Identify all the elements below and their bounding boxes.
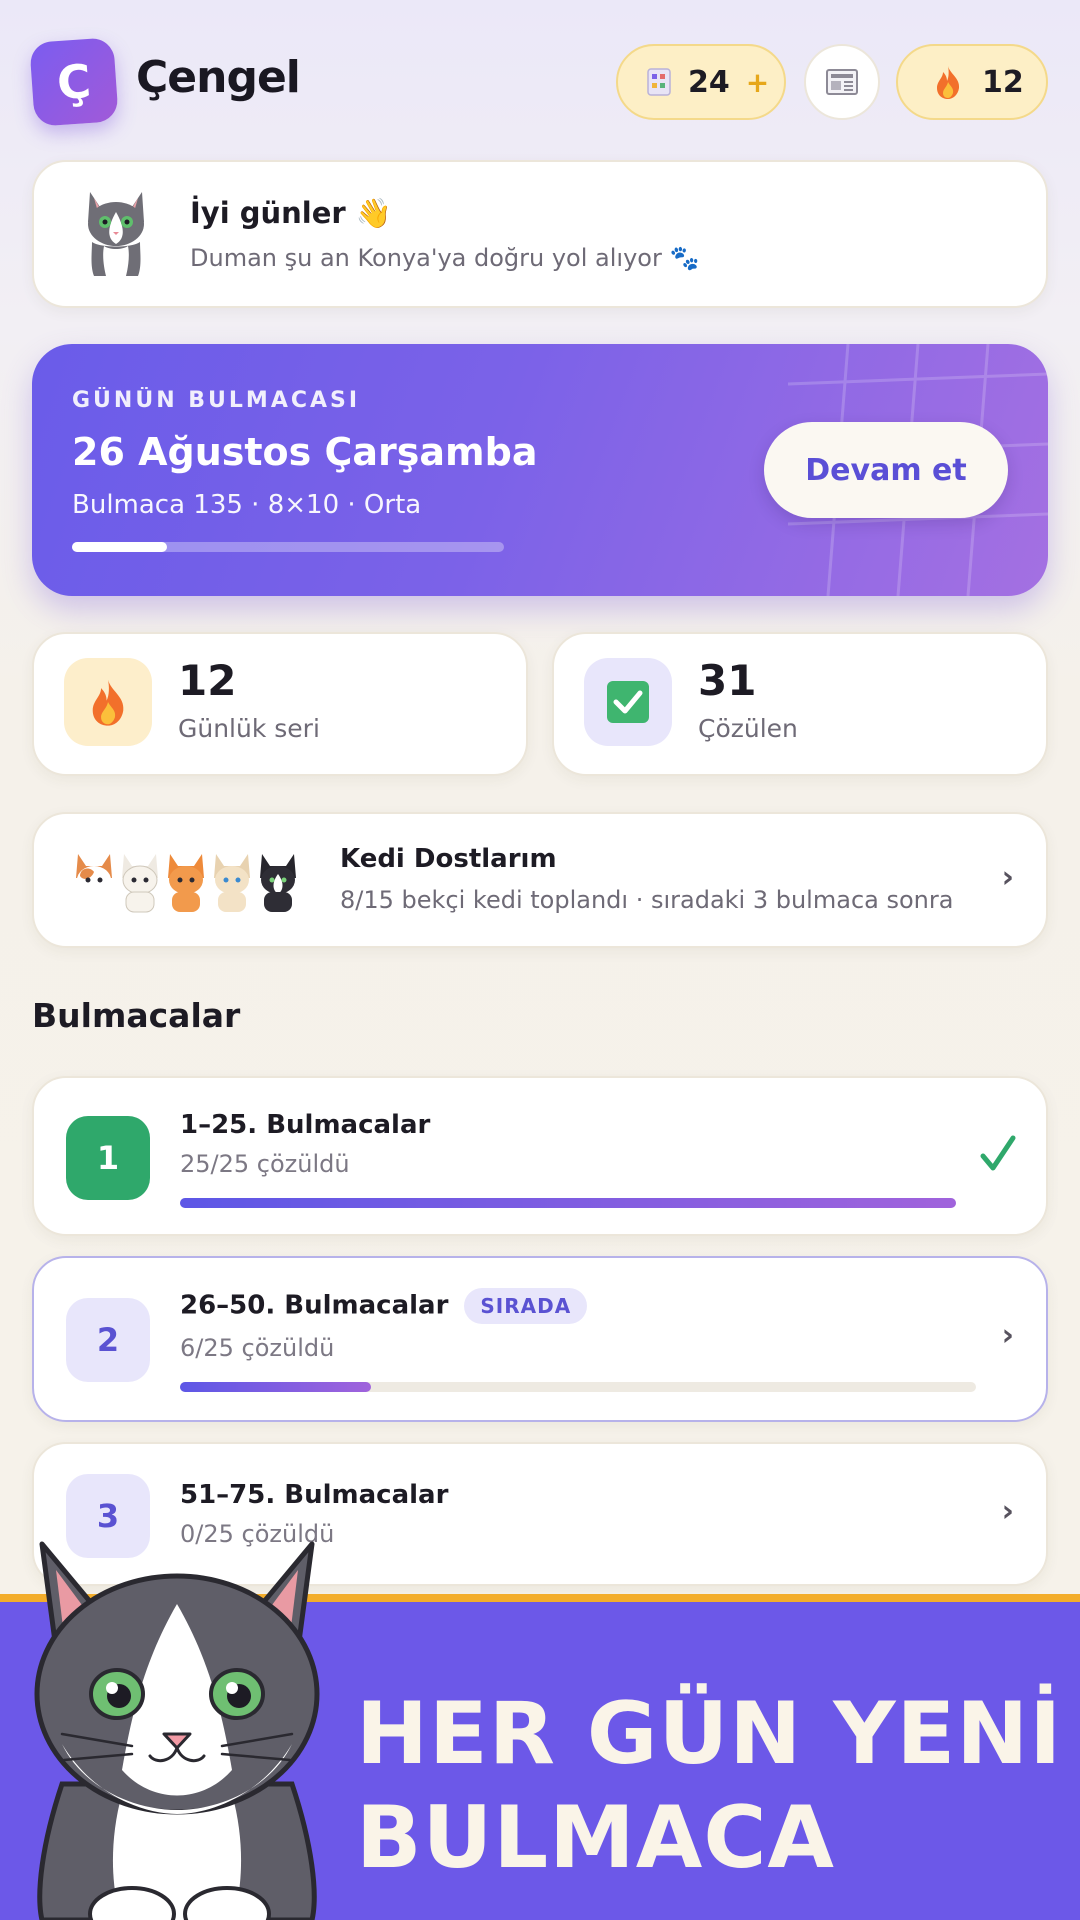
pack-title: 1–25. Bulmacalar — [180, 1110, 431, 1140]
flame-icon — [92, 679, 124, 726]
solved-label: Çözülen — [698, 714, 798, 743]
chevron-right-icon: › — [1001, 1494, 1014, 1529]
pack-title: 51–75. Bulmacalar — [180, 1480, 449, 1510]
pack-progress-bar — [180, 1198, 956, 1208]
daily-title: 26 Ağustos Çarşamba — [72, 430, 538, 474]
pack-progress-text: 6/25 çözüldü — [180, 1334, 335, 1362]
streak-label: Günlük seri — [178, 714, 320, 743]
promo-line-1: HER GÜN YENİ — [356, 1684, 1063, 1784]
solved-value: 31 — [698, 656, 757, 705]
streak-pill[interactable]: 12 — [896, 44, 1048, 120]
puzzle-ticket-icon — [647, 68, 671, 96]
greeting-title: İyi günler 👋 — [190, 196, 392, 230]
solved-stat-icon — [584, 658, 672, 746]
greeting-subtitle: Duman şu an Konya'ya doğru yol alıyor 🐾 — [190, 244, 700, 272]
app-title: Çengel — [136, 52, 301, 103]
cat-friends-title: Kedi Dostlarım — [340, 844, 557, 874]
pack-progress-fill — [180, 1198, 956, 1208]
streak-stat-icon — [64, 658, 152, 746]
pack-number: 2 — [66, 1298, 150, 1382]
streak-stat-card: 12 Günlük seri — [32, 632, 528, 776]
cat-friends-subtitle: 8/15 bekçi kedi toplandı · sıradaki 3 bu… — [340, 886, 954, 914]
checkmark-icon — [980, 1135, 1016, 1171]
streak-count: 12 — [982, 64, 1024, 100]
chevron-right-icon: › — [1001, 1318, 1014, 1353]
solved-stat-card: 31 Çözülen — [552, 632, 1048, 776]
section-title-puzzles: Bulmacalar — [32, 996, 241, 1035]
flame-icon — [937, 66, 960, 99]
greeting-card: İyi günler 👋 Duman şu an Konya'ya doğru … — [32, 160, 1048, 308]
daily-puzzle-card[interactable]: GÜNÜN BULMACASI 26 Ağustos Çarşamba Bulm… — [32, 344, 1048, 596]
continue-button[interactable]: Devam et — [764, 422, 1008, 518]
checkbox-icon — [607, 681, 649, 723]
pack-title: 26–50. Bulmacalar SIRADA — [180, 1288, 588, 1324]
promo-headline: HER GÜN YENİ BULMACA — [356, 1682, 1062, 1890]
streak-value: 12 — [178, 656, 237, 705]
chevron-right-icon: › — [1001, 860, 1014, 895]
app-logo-letter: Ç — [55, 53, 93, 111]
pack-number: 1 — [66, 1116, 150, 1200]
next-badge: SIRADA — [464, 1288, 588, 1324]
mascot-cat-illustration — [34, 1541, 320, 1920]
cat-collection-icons — [76, 854, 296, 913]
add-coins-icon[interactable]: + — [746, 66, 769, 99]
daily-subtitle: Bulmaca 135 · 8×10 · Orta — [72, 490, 422, 520]
newspaper-icon — [826, 69, 858, 95]
cat-friends-card[interactable]: Kedi Dostlarım 8/15 bekçi kedi toplandı … — [32, 812, 1048, 948]
coins-pill[interactable]: 24 + — [616, 44, 786, 120]
pack-progress-text: 25/25 çözüldü — [180, 1150, 350, 1178]
pack-progress-fill — [180, 1382, 372, 1392]
daily-progress-fill — [72, 542, 168, 552]
pack-progress-bar — [180, 1382, 976, 1392]
daily-kicker: GÜNÜN BULMACASI — [72, 388, 361, 413]
cat-avatar — [88, 192, 144, 276]
daily-progress-bar — [72, 542, 504, 552]
app-logo: Ç — [29, 37, 119, 127]
newspaper-button[interactable] — [804, 44, 880, 120]
pack-title-text: 26–50. Bulmacalar — [180, 1290, 449, 1321]
promo-line-2: BULMACA — [356, 1788, 835, 1888]
puzzle-pack-2[interactable]: 2 26–50. Bulmacalar SIRADA 6/25 çözüldü › — [32, 1256, 1048, 1422]
puzzle-pack-1[interactable]: 1 1–25. Bulmacalar 25/25 çözüldü — [32, 1076, 1048, 1236]
coins-count: 24 — [688, 64, 730, 100]
